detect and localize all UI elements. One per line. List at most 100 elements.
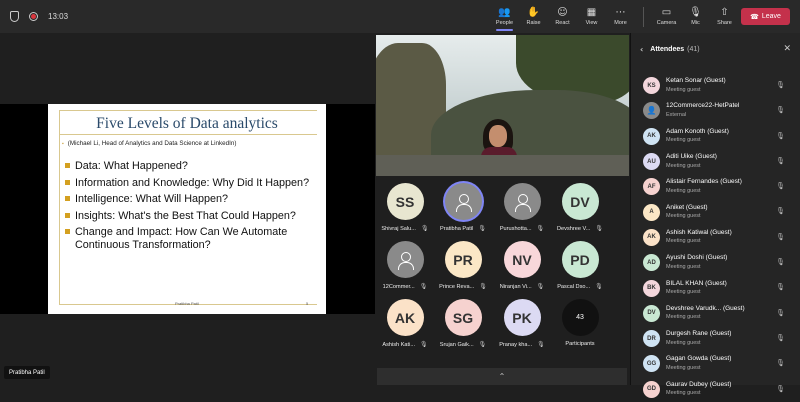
participant-tile[interactable]: Pratibha Patil 🎙: [434, 183, 492, 239]
meeting-stage: Five Levels of Data analytics (Michael L…: [0, 33, 630, 385]
attendee-row[interactable]: KS Ketan Sonar (Guest) Meeting guest 🎙: [631, 73, 800, 98]
mic-off-icon[interactable]: 🎙: [776, 106, 785, 114]
mic-off-icon[interactable]: 🎙: [776, 207, 785, 215]
avatar: BK: [643, 279, 660, 297]
participant-tile[interactable]: Purushotta... 🎙: [493, 183, 551, 239]
toolbar-label: View: [585, 20, 598, 26]
mic-off-icon[interactable]: 🎙: [776, 132, 785, 140]
attendee-row[interactable]: AK Ashish Katiwal (Guest) Meeting guest 🎙: [631, 225, 800, 250]
shield-icon[interactable]: [10, 11, 19, 22]
attendee-row[interactable]: 👤 12Commerce22-HetPatel External 🎙: [631, 98, 800, 123]
mic-off-icon[interactable]: 🎙: [776, 385, 785, 393]
view-button[interactable]: ▦ View: [577, 0, 606, 33]
people-button[interactable]: 👥 People: [490, 0, 519, 33]
raise-button[interactable]: ✋ Raise: [519, 0, 548, 33]
mic-off-icon[interactable]: 🎙: [776, 309, 785, 317]
chevron-left-icon[interactable]: ‹: [640, 45, 643, 54]
mic-off-icon[interactable]: 🎙: [776, 157, 785, 165]
attendee-row[interactable]: GG Gagan Gowda (Guest) Meeting guest 🎙: [631, 351, 800, 376]
mic-off-icon[interactable]: 🎙: [776, 359, 785, 367]
participant-tile[interactable]: PR Prince Reva... 🎙: [434, 241, 492, 297]
attendee-row[interactable]: DR Durgesh Rane (Guest) Meeting guest 🎙: [631, 326, 800, 351]
mic-off-icon: 🎙: [595, 226, 603, 232]
participants-overflow-tile[interactable]: 43 Participants: [551, 299, 609, 355]
avatar-initials: AD: [647, 259, 656, 266]
attendee-row[interactable]: A Aniket (Guest) Meeting guest 🎙: [631, 199, 800, 224]
chevron-up-icon: ⌃: [498, 372, 506, 381]
toolbar-label: Mic: [691, 20, 700, 26]
participant-tile[interactable]: SS Shivraj Salu... 🎙: [376, 183, 434, 239]
attendee-text: BILAL KHAN (Guest) Meeting guest: [666, 280, 727, 297]
avatar: AK: [386, 299, 424, 336]
attendee-name: Devshree Varudk... (Guest): [666, 304, 745, 312]
meeting-timer: 13:03: [48, 12, 69, 21]
toolbar-label: Share: [717, 20, 732, 26]
mic-off-icon[interactable]: 🎙: [776, 182, 785, 190]
attendee-text: Durgesh Rane (Guest) Meeting guest: [666, 330, 731, 347]
mic-off-icon[interactable]: 🎙: [776, 233, 785, 241]
avatar-initials: DV: [570, 193, 590, 210]
participant-tile[interactable]: DV Devshree V... 🎙: [551, 183, 609, 239]
participant-tile[interactable]: AK Ashish Kati... 🎙: [376, 299, 434, 355]
participant-tile[interactable]: SG Srujan Gaik... 🎙: [434, 299, 492, 355]
participant-tile[interactable]: 12Commer... 🎙: [376, 241, 434, 297]
participant-tile[interactable]: NV Niranjan Vi... 🎙: [493, 241, 551, 297]
camera-button[interactable]: ▭ Camera: [652, 0, 681, 33]
participant-name: Pratibha Patil: [440, 225, 474, 232]
attendee-role: Meeting guest: [666, 238, 701, 245]
avatar: [503, 183, 541, 220]
avatar: [386, 241, 424, 278]
participant-tile[interactable]: PD Pascal Dso... 🎙: [551, 241, 609, 297]
avatar: PD: [561, 241, 599, 278]
participant-name-row: Niranjan Vi... 🎙: [500, 283, 545, 291]
toolbar-left: 13:03: [0, 11, 68, 22]
attendee-row[interactable]: GD Gaurav Dubey (Guest) Meeting guest 🎙: [631, 377, 800, 402]
meeting-toolbar: 13:03 👥 People ✋ Raise ☺ React ▦ View ⋯ More ▭ Came…: [0, 0, 800, 33]
participant-name-row: Pranay kha... 🎙: [499, 341, 545, 349]
mic-button[interactable]: 🎙 Mic: [681, 0, 710, 33]
mic-off-icon[interactable]: 🎙: [776, 283, 785, 291]
recording-icon: [29, 12, 38, 21]
avatar: NV: [503, 241, 541, 278]
slide-title: Five Levels of Data analytics: [96, 115, 278, 132]
attendee-role: Meeting guest: [666, 263, 701, 270]
mic-off-icon[interactable]: 🎙: [776, 258, 785, 266]
avatar: SS: [386, 183, 424, 220]
participant-name: Participants: [565, 341, 595, 347]
participant-name: Prince Reva...: [439, 283, 475, 290]
attendee-text: Aniket (Guest) Meeting guest: [666, 204, 708, 221]
scroll-up-button[interactable]: ⌃: [377, 368, 627, 385]
participant-name-row: Prince Reva... 🎙: [439, 283, 487, 291]
slide-subtitle: (Michael Li, Head of Analytics and Data …: [62, 140, 237, 147]
leave-label: Leave: [761, 13, 781, 20]
avatar-initials: AF: [647, 183, 656, 190]
attendee-row[interactable]: AD Ayushi Doshi (Guest) Meeting guest 🎙: [631, 250, 800, 275]
attendee-text: Gagan Gowda (Guest) Meeting guest: [666, 355, 731, 372]
mic-off-icon[interactable]: 🎙: [776, 334, 785, 342]
avatar-initials: AU: [647, 158, 656, 165]
presenter-face: [489, 125, 507, 147]
screen-share-area: Five Levels of Data analytics (Michael L…: [0, 33, 375, 385]
attendee-row[interactable]: AK Adam Konoth (Guest) Meeting guest 🎙: [631, 124, 800, 149]
attendee-text: Ashish Katiwal (Guest) Meeting guest: [666, 229, 732, 246]
attendee-row[interactable]: BK BILAL KHAN (Guest) Meeting guest 🎙: [631, 275, 800, 300]
attendee-name: Aniket (Guest): [666, 203, 708, 211]
presenter-figure: [479, 117, 519, 159]
attendee-row[interactable]: AU Aditi Uike (Guest) Meeting guest 🎙: [631, 149, 800, 174]
share-button[interactable]: ⇧ Share: [710, 0, 739, 33]
attendee-row[interactable]: DV Devshree Varudk... (Guest) Meeting gues…: [631, 301, 800, 326]
leave-button[interactable]: ☎ Leave: [741, 8, 790, 25]
mic-off-icon[interactable]: 🎙: [776, 81, 785, 89]
attendee-name: 12Commerce22-HetPatel: [666, 102, 740, 110]
close-icon[interactable]: ✕: [783, 44, 791, 54]
react-button[interactable]: ☺ React: [548, 0, 577, 33]
attendee-name: Alistair Fernandes (Guest): [666, 178, 742, 186]
slide-bullet: Information and Knowledge: Why Did It Ha…: [65, 177, 320, 190]
participant-tile[interactable]: PK Pranay kha... 🎙: [493, 299, 551, 355]
attendee-row[interactable]: AF Alistair Fernandes (Guest) Meeting gues…: [631, 174, 800, 199]
more-button[interactable]: ⋯ More: [606, 0, 635, 33]
mic-off-icon: 🎙: [478, 226, 486, 232]
presenter-video[interactable]: [376, 35, 629, 176]
avatar: [444, 183, 482, 220]
person-icon: [396, 251, 414, 270]
